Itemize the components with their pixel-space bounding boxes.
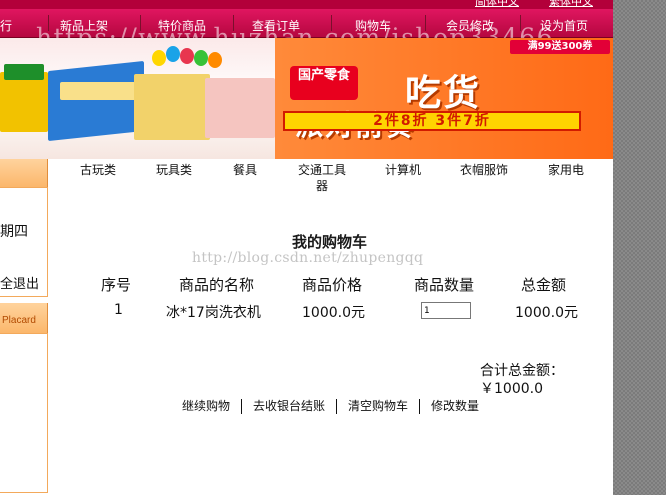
column-header-name: 商品的名称 (179, 276, 255, 294)
column-header-price: 商品价格 (302, 276, 363, 294)
balloon-image (194, 50, 208, 66)
grand-total-label: 合计总金额： (480, 363, 564, 379)
category-row: 古玩类 玩具类 餐具 交通工具器 计算机 衣帽服饰 家用电 (62, 162, 613, 196)
banner-headline: 吃货 (405, 73, 482, 114)
nav-item-specials[interactable]: 特价商品 (158, 17, 206, 34)
row-price: 1000.0元 (302, 305, 365, 321)
traditional-chinese-link[interactable]: 繁体中文 (549, 0, 593, 8)
sidebar-date-text: 期四 (0, 224, 28, 240)
quantity-input[interactable] (421, 302, 471, 319)
cart-actions: 继续购物 去收银台结账 清空购物车 修改数量 (182, 398, 490, 414)
category-tableware[interactable]: 餐具 (233, 162, 257, 178)
nav-separator (425, 15, 426, 31)
category-apparel[interactable]: 衣帽服饰 (460, 162, 508, 178)
nav-item-new-arrivals[interactable]: 新品上架 (60, 17, 108, 34)
clear-cart-link[interactable]: 清空购物车 (337, 399, 419, 413)
balloon-image (166, 46, 180, 62)
sidebar-placard-panel (0, 333, 48, 493)
page-title: 我的购物车 (292, 233, 368, 251)
snack-box-image (48, 60, 144, 142)
nav-separator (331, 15, 332, 31)
banner-product-area (0, 38, 275, 159)
continue-shopping-link[interactable]: 继续购物 (182, 399, 241, 413)
banner-discount-strip: 2件8折 3件7折 (283, 111, 581, 131)
nav-separator (520, 15, 521, 31)
snack-box-image (134, 74, 210, 140)
watermark-blog-url: http://blog.csdn.net/zhupengqq (192, 250, 424, 266)
sidebar-placard-title: Placard (2, 315, 36, 326)
sidebar-logout-link[interactable]: 全退出 (0, 273, 39, 292)
language-links: 简体中文 繁体中文 (475, 0, 593, 8)
nav-item-member-edit[interactable]: 会员修改 (446, 17, 494, 34)
nav-separator (233, 15, 234, 31)
snack-box-image (205, 78, 275, 138)
balloon-image (180, 48, 194, 64)
grand-total-value: ￥1000.0 (480, 381, 543, 397)
row-index: 1 (114, 302, 123, 318)
row-product-name: 冰*17岗洗衣机 (166, 305, 261, 321)
banner-corner-offer: 满99送300券 (510, 40, 610, 54)
category-antiques[interactable]: 古玩类 (80, 162, 116, 178)
checkout-link[interactable]: 去收银台结账 (242, 399, 336, 413)
page-margin-background (613, 0, 666, 495)
category-toys[interactable]: 玩具类 (156, 162, 192, 178)
category-appliances[interactable]: 家用电 (548, 162, 584, 178)
nav-separator (48, 15, 49, 31)
update-quantity-link[interactable]: 修改数量 (420, 399, 490, 413)
snack-box-image (4, 64, 44, 80)
banner-brand-badge: 国产零食 (290, 66, 358, 100)
balloon-image (152, 50, 166, 66)
row-total: 1000.0元 (515, 305, 578, 321)
column-header-total: 总金额 (521, 276, 567, 294)
nav-separator (140, 15, 141, 31)
simplified-chinese-link[interactable]: 简体中文 (475, 0, 519, 8)
column-header-index: 序号 (101, 276, 132, 294)
nav-item-partial[interactable]: 行 (0, 17, 12, 34)
promo-banner[interactable]: 国产零食 吃货 派对前奏 2件8折 3件7折 满99送300券 (0, 38, 613, 159)
category-vehicles[interactable]: 交通工具器 (296, 162, 348, 194)
balloon-image (208, 52, 222, 68)
main-nav-bar: 行 新品上架 特价商品 查看订单 购物车 会员修改 设为首页 https://w… (0, 9, 613, 52)
snack-box-image (60, 82, 138, 100)
category-computers[interactable]: 计算机 (385, 162, 421, 178)
column-header-quantity: 商品数量 (414, 276, 475, 294)
nav-item-view-orders[interactable]: 查看订单 (252, 17, 300, 34)
language-strip: 简体中文 繁体中文 (0, 0, 613, 9)
nav-item-set-homepage[interactable]: 设为首页 (540, 17, 588, 34)
snack-box-image (0, 72, 48, 132)
sidebar-tab-top (0, 159, 48, 187)
nav-item-cart[interactable]: 购物车 (355, 17, 391, 34)
